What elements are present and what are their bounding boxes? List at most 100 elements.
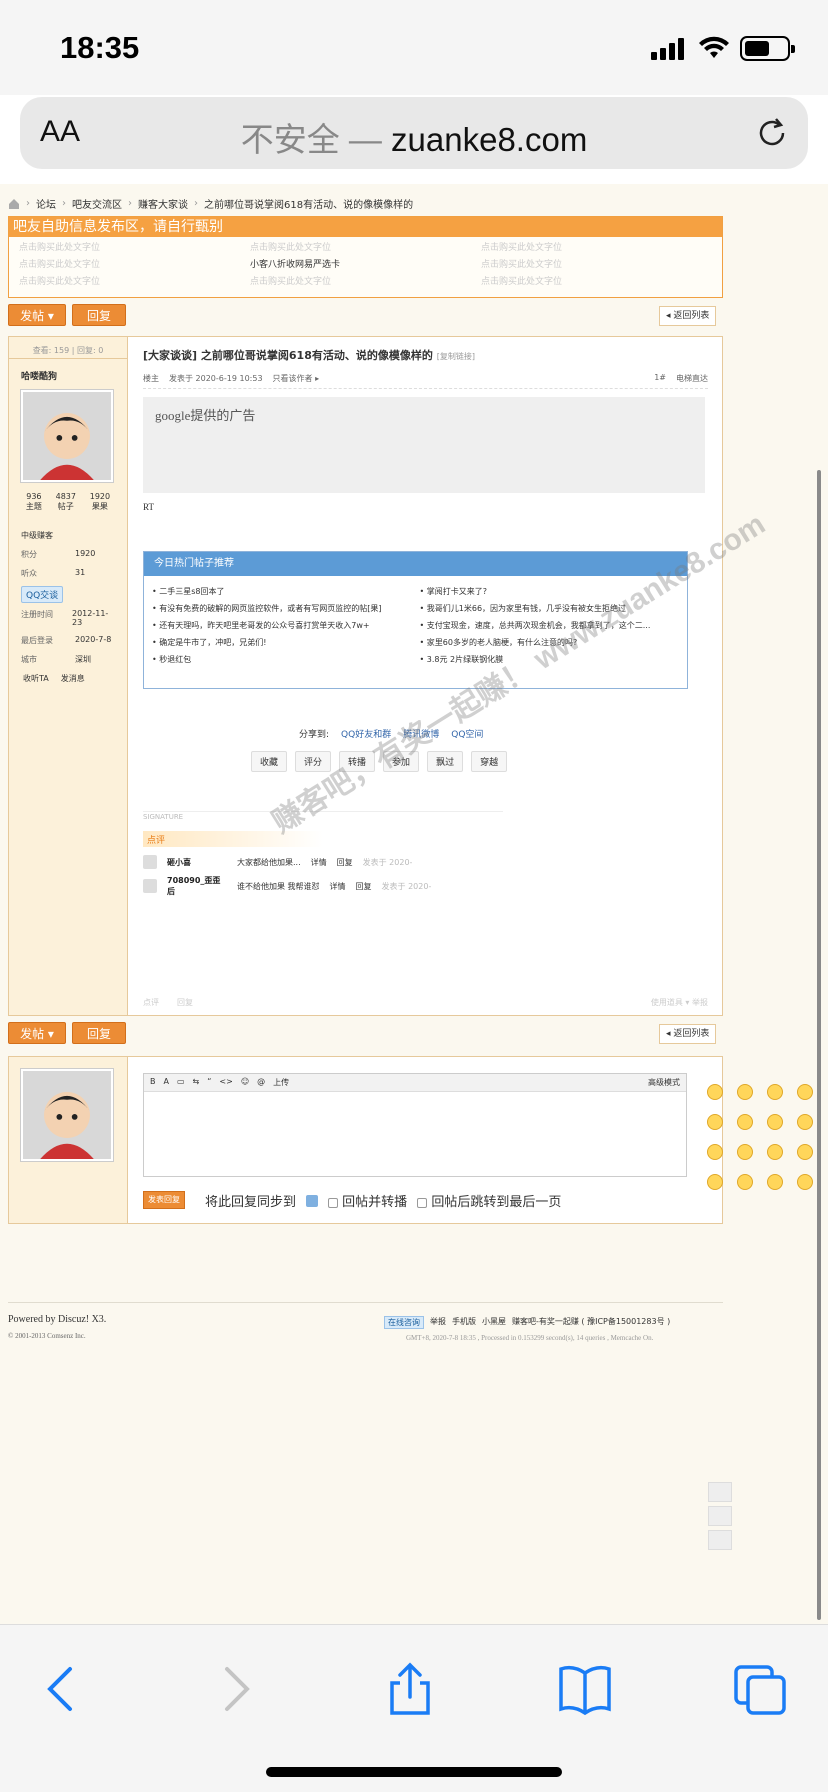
bookmarks-icon[interactable] bbox=[555, 1661, 615, 1717]
font-color-button[interactable]: A bbox=[164, 1077, 169, 1088]
reply-link[interactable]: 回复 bbox=[177, 997, 193, 1008]
comment-link[interactable]: 点评 bbox=[143, 997, 159, 1008]
forward-icon[interactable] bbox=[205, 1661, 265, 1717]
ad-link[interactable]: 点击购买此处文字位 bbox=[19, 274, 250, 287]
smiley-icon[interactable] bbox=[737, 1144, 753, 1160]
tabs-icon[interactable] bbox=[730, 1661, 790, 1717]
ad-link[interactable]: 小客八折收网易严选卡 bbox=[250, 257, 481, 270]
advanced-mode-link[interactable]: 高级模式 bbox=[648, 1077, 680, 1088]
pass-button[interactable]: 飘过 bbox=[427, 751, 464, 772]
stat-points[interactable]: 1920 果果 bbox=[90, 492, 110, 512]
tools-report[interactable]: 使用道具 ▾ 举报 bbox=[651, 997, 708, 1008]
share-icon[interactable] bbox=[380, 1661, 440, 1717]
new-post-button[interactable]: 发帖 ▾ bbox=[8, 304, 66, 326]
stat-threads[interactable]: 936 主题 bbox=[26, 492, 42, 512]
submit-reply-button[interactable]: 发表回复 bbox=[143, 1191, 185, 1209]
image-button[interactable]: ▭ bbox=[177, 1077, 185, 1088]
feedback-icon[interactable] bbox=[708, 1482, 732, 1502]
url-display[interactable]: 不安全 — zuanke8.com bbox=[20, 113, 808, 161]
smiley-icon[interactable] bbox=[737, 1174, 753, 1190]
user-avatar-icon[interactable] bbox=[143, 879, 157, 893]
smiley-icon[interactable] bbox=[797, 1084, 813, 1100]
smiley-icon[interactable] bbox=[707, 1114, 723, 1130]
smiley-button[interactable]: ☺ bbox=[241, 1077, 249, 1088]
broadcast-checkbox[interactable]: 回帖并转播 bbox=[328, 1191, 407, 1210]
reply-button-bottom[interactable]: 回复 bbox=[72, 1022, 126, 1044]
site-icp-link[interactable]: 赚客吧-有奖一起赚 ( 豫ICP备15001283号 ) bbox=[512, 1316, 670, 1329]
home-icon[interactable] bbox=[8, 198, 20, 210]
ad-link[interactable]: 点击购买此处文字位 bbox=[481, 257, 712, 270]
back-to-list-button-bottom[interactable]: ◂ 返回列表 bbox=[659, 1024, 717, 1044]
avatar[interactable] bbox=[21, 390, 113, 482]
ad-link[interactable]: 点击购买此处文字位 bbox=[481, 274, 712, 287]
favorite-button[interactable]: 收藏 bbox=[251, 751, 288, 772]
message-button[interactable]: 发消息 bbox=[61, 673, 85, 684]
author-name[interactable]: 哈喽酷狗 bbox=[9, 359, 127, 390]
user-avatar-icon[interactable] bbox=[143, 855, 157, 869]
ad-link[interactable]: 点击购买此处文字位 bbox=[250, 240, 481, 253]
sync-weibo-icon[interactable] bbox=[306, 1194, 319, 1207]
ad-link[interactable]: 点击购买此处文字位 bbox=[19, 257, 250, 270]
hot-thread-link[interactable]: • 确定是牛市了，冲吧，兄弟们! bbox=[152, 637, 412, 648]
reply-editor[interactable]: B A ▭ ⇆ “ <> ☺ @ 上传 高级模式 bbox=[143, 1073, 687, 1177]
only-author-link[interactable]: 只看该作者 ▸ bbox=[273, 373, 320, 388]
stat-posts[interactable]: 4837 帖子 bbox=[56, 492, 76, 512]
smiley-icon[interactable] bbox=[767, 1144, 783, 1160]
bold-button[interactable]: B bbox=[150, 1077, 156, 1088]
hot-thread-link[interactable]: • 秒退红包 bbox=[152, 654, 412, 665]
smiley-icon[interactable] bbox=[737, 1084, 753, 1100]
smiley-icon[interactable] bbox=[707, 1174, 723, 1190]
smiley-icon[interactable] bbox=[707, 1144, 723, 1160]
smiley-icon[interactable] bbox=[737, 1114, 753, 1130]
copy-link[interactable]: [复制链接] bbox=[437, 352, 475, 361]
comment-detail-link[interactable]: 详情 bbox=[311, 857, 327, 868]
ad-link[interactable]: 点击购买此处文字位 bbox=[19, 240, 250, 253]
smiley-icon[interactable] bbox=[767, 1174, 783, 1190]
smiley-icon[interactable] bbox=[707, 1084, 723, 1100]
hot-thread-link[interactable]: • 还有天理吗，昨天吧里老哥发的公众号喜打赏单天收入7w+ bbox=[152, 620, 412, 631]
reload-icon[interactable] bbox=[754, 115, 790, 151]
back-to-list-button[interactable]: ◂ 返回列表 bbox=[659, 306, 717, 326]
back-to-top-icon[interactable] bbox=[708, 1506, 732, 1526]
hot-thread-link[interactable]: • 二手三星s8回本了 bbox=[152, 586, 412, 597]
hot-thread-link[interactable]: • 有没有免费的破解的网页监控软件，或者有写网页监控的帖[果] bbox=[152, 603, 412, 614]
smiley-icon[interactable] bbox=[767, 1114, 783, 1130]
author-info-row: 注册时间 2012-11-23 bbox=[21, 609, 109, 627]
quote-button[interactable]: “ bbox=[207, 1077, 211, 1088]
smiley-icon[interactable] bbox=[797, 1144, 813, 1160]
comment-detail-link[interactable]: 详情 bbox=[330, 881, 346, 892]
link-button[interactable]: ⇆ bbox=[193, 1077, 200, 1088]
online-consult-link[interactable]: 在线咨询 bbox=[384, 1316, 424, 1329]
breadcrumb-forum[interactable]: 论坛 bbox=[36, 196, 56, 211]
ad-link[interactable]: 点击购买此处文字位 bbox=[481, 240, 712, 253]
comment-reply-link[interactable]: 回复 bbox=[356, 881, 372, 892]
smiley-icon[interactable] bbox=[797, 1114, 813, 1130]
address-bar[interactable]: AA 不安全 — zuanke8.com bbox=[20, 97, 808, 169]
mention-button[interactable]: @ bbox=[257, 1077, 265, 1088]
upload-button[interactable]: 上传 bbox=[273, 1077, 289, 1088]
author-info-row: 最后登录 2020-7-8 bbox=[21, 635, 112, 645]
scrollbar[interactable] bbox=[817, 470, 821, 1620]
ad-link[interactable]: 点击购买此处文字位 bbox=[250, 274, 481, 287]
smiley-icon[interactable] bbox=[797, 1174, 813, 1190]
avatar[interactable] bbox=[21, 1069, 113, 1161]
elevator-link[interactable]: 电梯直达 bbox=[676, 373, 708, 388]
report-link[interactable]: 举报 bbox=[430, 1316, 446, 1329]
blacklist-link[interactable]: 小黑屋 bbox=[482, 1316, 506, 1329]
qq-chat-button[interactable]: QQ交谈 bbox=[21, 586, 64, 603]
code-button[interactable]: <> bbox=[219, 1077, 232, 1088]
comment-reply-link[interactable]: 回复 bbox=[337, 857, 353, 868]
battery-icon bbox=[740, 36, 795, 61]
list-icon[interactable] bbox=[708, 1530, 732, 1550]
mobile-link[interactable]: 手机版 bbox=[452, 1316, 476, 1329]
back-icon[interactable] bbox=[32, 1661, 92, 1717]
jump-last-page-checkbox[interactable]: 回帖后跳转到最后一页 bbox=[417, 1191, 561, 1210]
new-post-button-bottom[interactable]: 发帖 ▾ bbox=[8, 1022, 66, 1044]
breadcrumb-board[interactable]: 赚客大家谈 bbox=[138, 196, 188, 211]
follow-button[interactable]: 收听TA bbox=[23, 673, 49, 684]
reply-button[interactable]: 回复 bbox=[72, 304, 126, 326]
smiley-icon[interactable] bbox=[767, 1084, 783, 1100]
travel-button[interactable]: 穿越 bbox=[471, 751, 508, 772]
breadcrumb-section[interactable]: 吧友交流区 bbox=[72, 196, 122, 211]
op-tag: 楼主 bbox=[143, 374, 159, 383]
